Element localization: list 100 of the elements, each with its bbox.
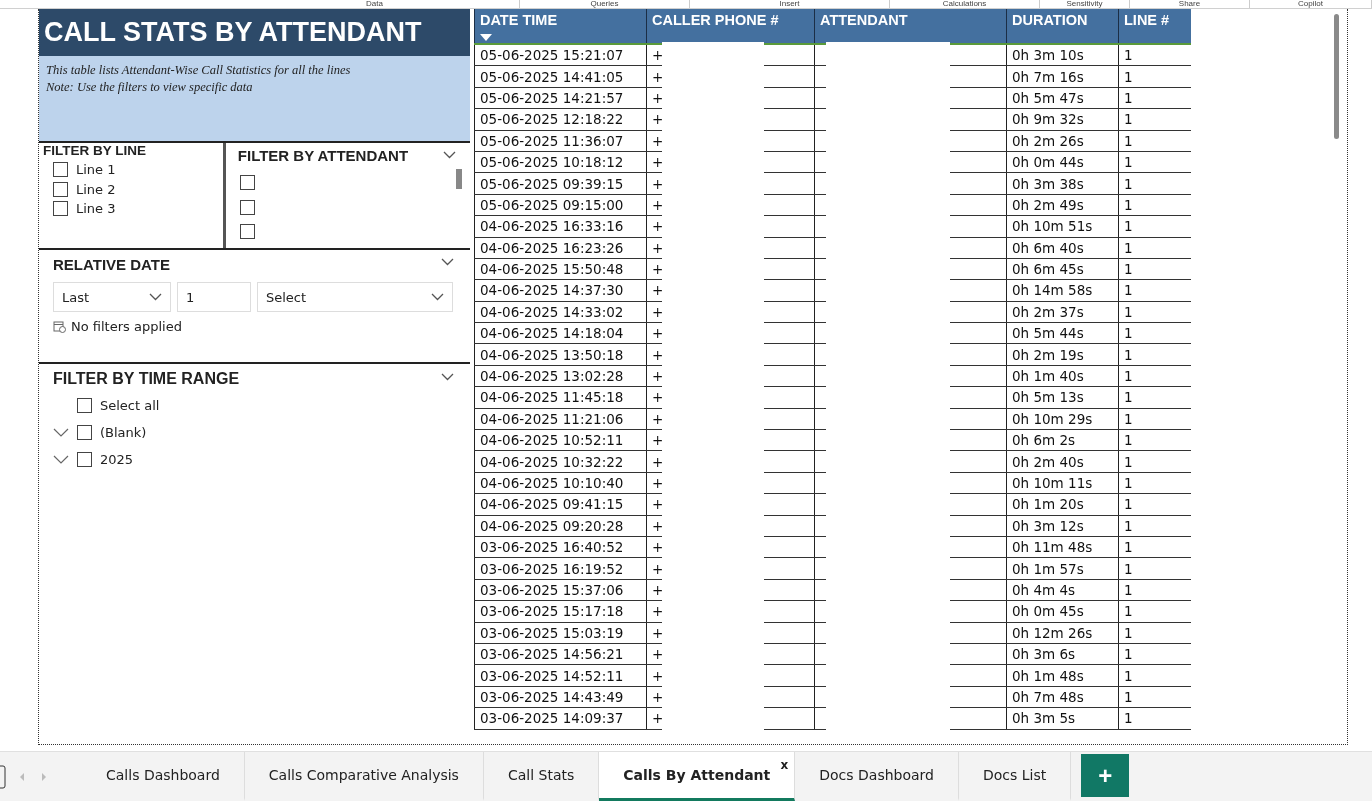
slicer-title: RELATIVE DATE [53,256,170,273]
expand-icon[interactable] [53,455,69,464]
table-cell: 0h 5m 13s [1006,386,1119,409]
table-cell: 1 [1118,515,1191,537]
table-cell: 1 [1118,65,1191,88]
table-cell: 1 [1118,237,1191,259]
table-cell: 1 [1118,622,1191,644]
table-cell: 1 [1118,493,1191,516]
table-cell: 1 [1118,472,1191,494]
checkbox-label[interactable]: Line 3 [76,201,116,217]
checkbox[interactable] [53,201,68,217]
table-cell: 0h 4m 4s [1006,579,1119,601]
table-cell: 1 [1118,536,1191,558]
table-cell: 1 [1118,450,1191,473]
checkbox-label[interactable]: 2025 [100,452,134,467]
chevron-icon[interactable] [441,373,454,381]
table-cell: 1 [1118,44,1191,66]
table-cell: 04-06-2025 09:20:28 [474,515,647,537]
chevron-icon[interactable] [443,151,456,159]
table-cell: 0h 1m 40s [1006,365,1119,387]
ribbon-group-label: Sensitivity [1040,0,1130,8]
table-cell: 1 [1118,365,1191,387]
table-cell: 0h 6m 45s [1006,258,1119,280]
period-dropdown[interactable]: Last [53,282,171,312]
table-cell: 1 [1118,194,1191,216]
description-text: Note: Use the filters to view specific data [46,79,254,96]
page-icon[interactable] [0,764,6,789]
table-cell: 04-06-2025 16:33:16 [474,215,647,237]
table-cell: 0h 0m 45s [1006,600,1119,623]
checkbox-label[interactable]: Line 2 [76,181,116,197]
sheet-tab[interactable]: Calls Comparative Analysis [244,752,484,801]
checkbox[interactable] [53,181,68,197]
table-cell: 05-06-2025 10:18:12 [474,151,647,173]
table-cell: 05-06-2025 14:41:05 [474,65,647,88]
ribbon-group-label: Insert [690,0,890,8]
checkbox-label[interactable]: (Blank) [100,425,147,440]
table-cell: 03-06-2025 15:17:18 [474,600,647,623]
table-cell: 1 [1118,279,1191,302]
checkbox[interactable] [77,398,92,413]
table-cell: 1 [1118,386,1191,409]
unit-dropdown[interactable]: Select [257,282,453,312]
checkbox[interactable] [77,452,92,467]
table-cell: 1 [1118,322,1191,344]
column-header[interactable]: LINE # [1118,9,1191,44]
count-field[interactable]: 1 [177,282,251,312]
close-icon[interactable]: x [780,758,789,772]
table-cell: 1 [1118,215,1191,237]
ribbon-group-label: Data [230,0,520,8]
checkbox[interactable] [77,425,92,440]
column-header[interactable]: DATE TIME [474,9,647,44]
chevron-icon [149,293,162,301]
slicer-title: FILTER BY LINE [43,143,147,158]
table-cell: 04-06-2025 10:10:40 [474,472,647,494]
checkbox[interactable] [53,162,68,178]
table-cell: 0h 3m 38s [1006,172,1119,195]
table-cell: 0h 3m 12s [1006,515,1119,537]
table-cell: 0h 10m 11s [1006,472,1119,494]
table-cell: 05-06-2025 14:21:57 [474,87,647,109]
scrollbar-thumb[interactable] [1334,14,1339,139]
table-cell: 1 [1118,664,1191,687]
table-cell: 04-06-2025 10:52:11 [474,429,647,451]
chevron-icon [431,293,444,301]
table-cell: 04-06-2025 14:18:04 [474,322,647,344]
table-cell: 03-06-2025 14:09:37 [474,707,647,729]
table-cell: 1 [1118,600,1191,623]
table-cell: 1 [1118,301,1191,323]
table-cell: 0h 3m 5s [1006,707,1119,729]
column-header[interactable]: ATTENDANT [814,9,1007,44]
table-cell: 03-06-2025 14:43:49 [474,686,647,708]
checkbox[interactable] [239,224,255,240]
table-cell: 0h 2m 49s [1006,194,1119,216]
sheet-tab[interactable]: Docs List [959,752,1072,801]
checkbox-label[interactable]: Select all [100,398,160,413]
column-header[interactable]: CALLER PHONE # [646,9,815,44]
add-sheet-button[interactable]: + [1081,754,1130,797]
checkbox[interactable] [239,174,255,190]
table-cell: 05-06-2025 11:36:07 [474,130,647,152]
table-cell: 1 [1118,643,1191,665]
scrollbar-thumb[interactable] [456,169,462,189]
table-cell: 04-06-2025 10:32:22 [474,450,647,473]
table-cell: 0h 9m 32s [1006,108,1119,131]
sheet-tab[interactable]: Calls Dashboard [82,752,245,801]
table-cell: 0h 5m 44s [1006,322,1119,344]
sheet-tab[interactable]: Docs Dashboard [795,752,959,801]
ribbon-group-label: Copilot [1250,0,1372,8]
column-header[interactable]: DURATION [1006,9,1119,44]
checkbox[interactable] [239,199,255,215]
table-cell: 03-06-2025 14:56:21 [474,643,647,665]
table-cell: 0h 1m 20s [1006,493,1119,516]
checkbox-label[interactable]: Line 1 [76,162,116,178]
table-cell: 0h 3m 10s [1006,44,1119,66]
table-cell: 0h 7m 16s [1006,65,1119,88]
chevron-icon[interactable] [441,258,454,266]
table-cell: 0h 6m 40s [1006,237,1119,259]
expand-icon[interactable] [53,428,69,437]
sheet-tab[interactable]: Calls By Attendant x [599,752,796,801]
table-cell: 05-06-2025 12:18:22 [474,108,647,131]
table-cell: 0h 12m 26s [1006,622,1119,644]
filter-status-text: No filters applied [71,319,182,334]
table-cell: 04-06-2025 11:45:18 [474,386,647,409]
